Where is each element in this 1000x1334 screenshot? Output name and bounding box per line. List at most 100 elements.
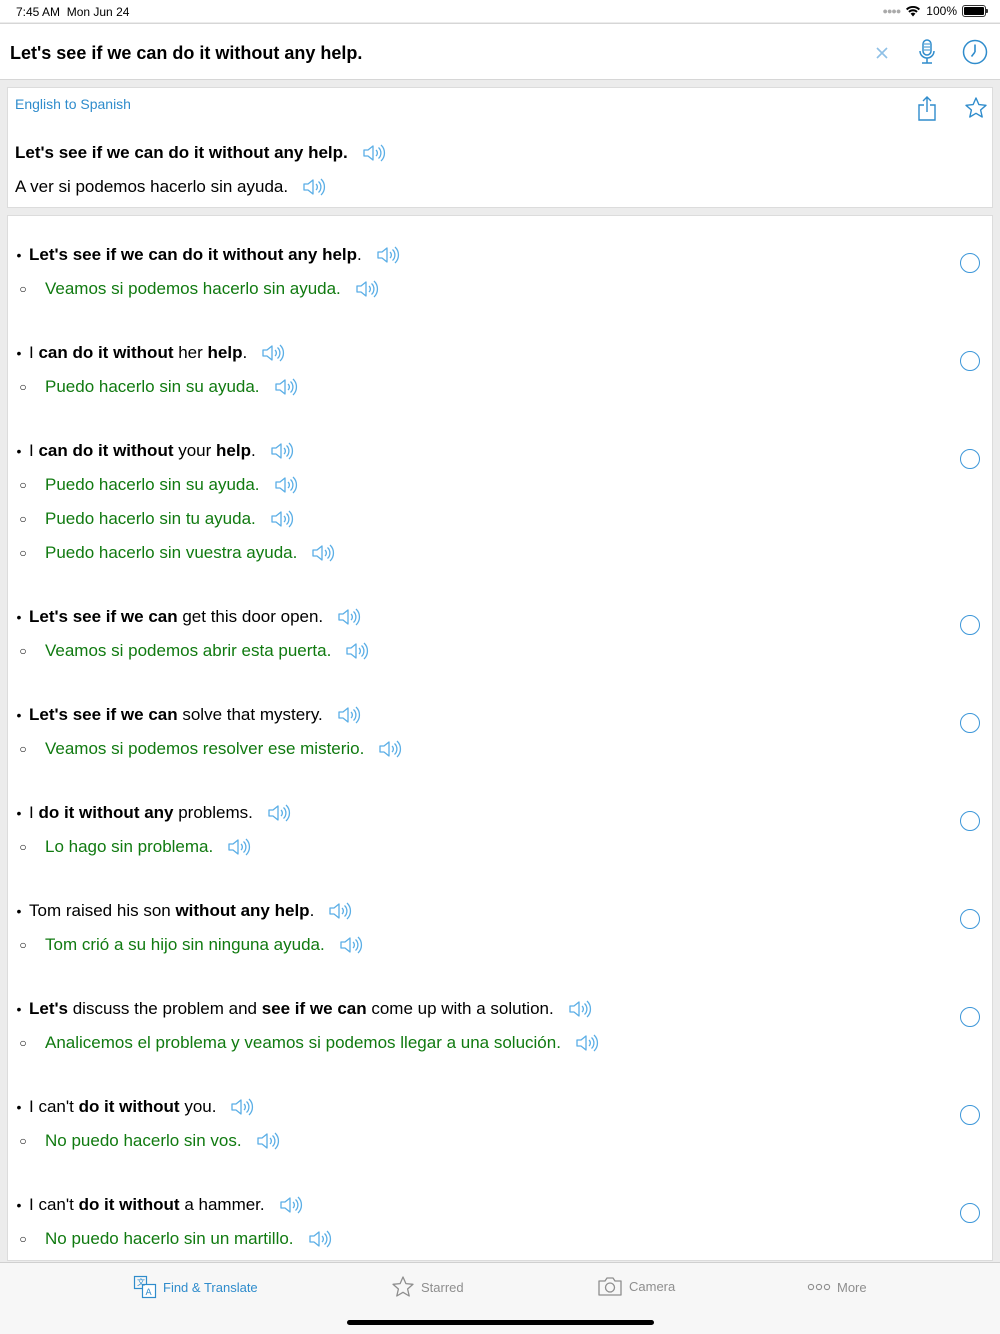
tab-find-translate[interactable]: 文 A Find & Translate xyxy=(133,1275,258,1299)
share-button[interactable] xyxy=(914,93,940,123)
plain-text: I can't xyxy=(29,1097,79,1116)
microphone-button[interactable] xyxy=(912,36,942,68)
speaker-icon[interactable] xyxy=(227,837,251,857)
bullet: ○ xyxy=(19,1232,27,1246)
speaker-icon[interactable] xyxy=(279,1195,303,1215)
speaker-icon[interactable] xyxy=(308,1229,332,1249)
speaker-icon[interactable] xyxy=(261,343,285,363)
tab-camera[interactable]: Camera xyxy=(597,1275,675,1297)
speaker-icon[interactable] xyxy=(230,1097,254,1117)
example-spanish-text: Analicemos el problema y veamos si podem… xyxy=(45,1033,561,1052)
target-text: A ver si podemos hacerlo sin ayuda. xyxy=(15,177,289,196)
status-indicators: ●●●● 100% xyxy=(883,4,988,18)
example-item: • I can do it without her help. ○ Puedo hac… xyxy=(8,336,992,404)
example-english-text: Let's see if we can solve that mystery. xyxy=(29,705,323,725)
example-english: • Let's see if we can get this door open. xyxy=(8,600,992,634)
speaker-icon[interactable] xyxy=(362,143,386,163)
example-english-text: I can do it without your help. xyxy=(29,441,256,461)
example-english-text: I can't do it without a hammer. xyxy=(29,1195,265,1215)
example-item: • I can't do it without a hammer. ○ No pued… xyxy=(8,1188,992,1256)
example-english: • I can do it without your help. xyxy=(8,434,992,468)
star-icon xyxy=(965,97,987,118)
star-icon xyxy=(392,1276,414,1297)
speaker-icon[interactable] xyxy=(267,803,291,823)
translation-card: English to Spanish Let's see if we can d… xyxy=(7,87,993,208)
example-item: • Let's see if we can solve that mystery.… xyxy=(8,698,992,766)
plain-text: come up with a solution. xyxy=(366,999,554,1018)
plain-text: . xyxy=(357,245,362,264)
speaker-icon[interactable] xyxy=(311,543,335,563)
speaker-icon[interactable] xyxy=(270,509,294,529)
microphone-icon xyxy=(919,39,935,64)
example-english-text: Let's see if we can do it without any he… xyxy=(29,245,362,265)
example-english: • I can do it without her help. xyxy=(8,336,992,370)
plain-text: . xyxy=(309,901,315,920)
battery-icon xyxy=(962,5,988,17)
speaker-icon[interactable] xyxy=(328,901,352,921)
example-item: • Let's see if we can do it without any h… xyxy=(8,238,992,306)
highlight-text: do it without any xyxy=(38,803,174,822)
camera-icon xyxy=(598,1277,622,1296)
language-pair-link[interactable]: English to Spanish xyxy=(15,96,131,112)
select-radio[interactable] xyxy=(960,1105,980,1125)
example-spanish: ○ Puedo hacerlo sin tu ayuda. xyxy=(8,502,992,536)
speaker-icon[interactable] xyxy=(302,177,326,197)
speaker-icon[interactable] xyxy=(337,607,361,627)
clear-button[interactable] xyxy=(870,41,894,65)
speaker-icon[interactable] xyxy=(274,377,298,397)
highlight-text: Let's see if we can do it without any he… xyxy=(29,245,358,264)
example-english-text: I can do it without her help. xyxy=(29,343,247,363)
bullet: • xyxy=(16,1099,22,1115)
tab-label: Starred xyxy=(421,1279,464,1295)
example-item: • I can do it without your help. ○ Puedo ha… xyxy=(8,434,992,570)
bullet: ○ xyxy=(19,644,27,658)
speaker-icon[interactable] xyxy=(256,1131,280,1151)
highlight-text: help xyxy=(216,441,251,460)
status-time: 7:45 AM Mon Jun 24 xyxy=(16,5,129,19)
select-radio[interactable] xyxy=(960,253,980,273)
speaker-icon[interactable] xyxy=(378,739,402,759)
select-radio[interactable] xyxy=(960,351,980,371)
select-radio[interactable] xyxy=(960,811,980,831)
select-radio[interactable] xyxy=(960,713,980,733)
example-english: • Let's discuss the problem and see if we… xyxy=(8,992,992,1026)
close-icon xyxy=(876,47,888,59)
bullet: ○ xyxy=(19,546,27,560)
example-spanish-text: Lo hago sin problema. xyxy=(45,837,214,856)
example-spanish: ○ No puedo hacerlo sin un martillo. xyxy=(8,1222,992,1256)
status-clock: 7:45 AM xyxy=(16,5,61,19)
history-button[interactable] xyxy=(960,37,990,67)
speaker-icon[interactable] xyxy=(274,475,298,495)
example-spanish-text: No puedo hacerlo sin un martillo. xyxy=(45,1229,294,1248)
select-radio[interactable] xyxy=(960,1203,980,1223)
plain-text: discuss the problem and xyxy=(68,999,262,1018)
speaker-icon[interactable] xyxy=(376,245,400,265)
speaker-icon[interactable] xyxy=(339,935,363,955)
tab-starred[interactable]: Starred xyxy=(391,1275,464,1299)
bullet: ○ xyxy=(19,938,27,952)
highlight-text: Let's xyxy=(29,999,68,1018)
select-radio[interactable] xyxy=(960,1007,980,1027)
plain-text: her xyxy=(173,343,208,362)
clock-icon xyxy=(962,39,988,65)
wifi-icon xyxy=(906,5,921,17)
select-radio[interactable] xyxy=(960,449,980,469)
speaker-icon[interactable] xyxy=(337,705,361,725)
plain-text: Tom raised his son xyxy=(29,901,176,920)
speaker-icon[interactable] xyxy=(270,441,294,461)
example-spanish: ○ Tom crió a su hijo sin ninguna ayuda. xyxy=(8,928,992,962)
tab-more[interactable]: More xyxy=(807,1275,867,1299)
example-spanish-text: No puedo hacerlo sin vos. xyxy=(45,1131,242,1150)
example-english-text: Let's discuss the problem and see if we … xyxy=(29,999,554,1019)
speaker-icon[interactable] xyxy=(355,279,379,299)
star-button[interactable] xyxy=(961,93,991,123)
status-bar: 7:45 AM Mon Jun 24 ●●●● 100% xyxy=(0,0,1000,22)
bullet: ○ xyxy=(19,1036,27,1050)
speaker-icon[interactable] xyxy=(568,999,592,1019)
speaker-icon[interactable] xyxy=(345,641,369,661)
select-radio[interactable] xyxy=(960,909,980,929)
speaker-icon[interactable] xyxy=(575,1033,599,1053)
examples-list: • Let's see if we can do it without any h… xyxy=(7,215,993,1261)
select-radio[interactable] xyxy=(960,615,980,635)
search-input[interactable] xyxy=(10,41,850,65)
